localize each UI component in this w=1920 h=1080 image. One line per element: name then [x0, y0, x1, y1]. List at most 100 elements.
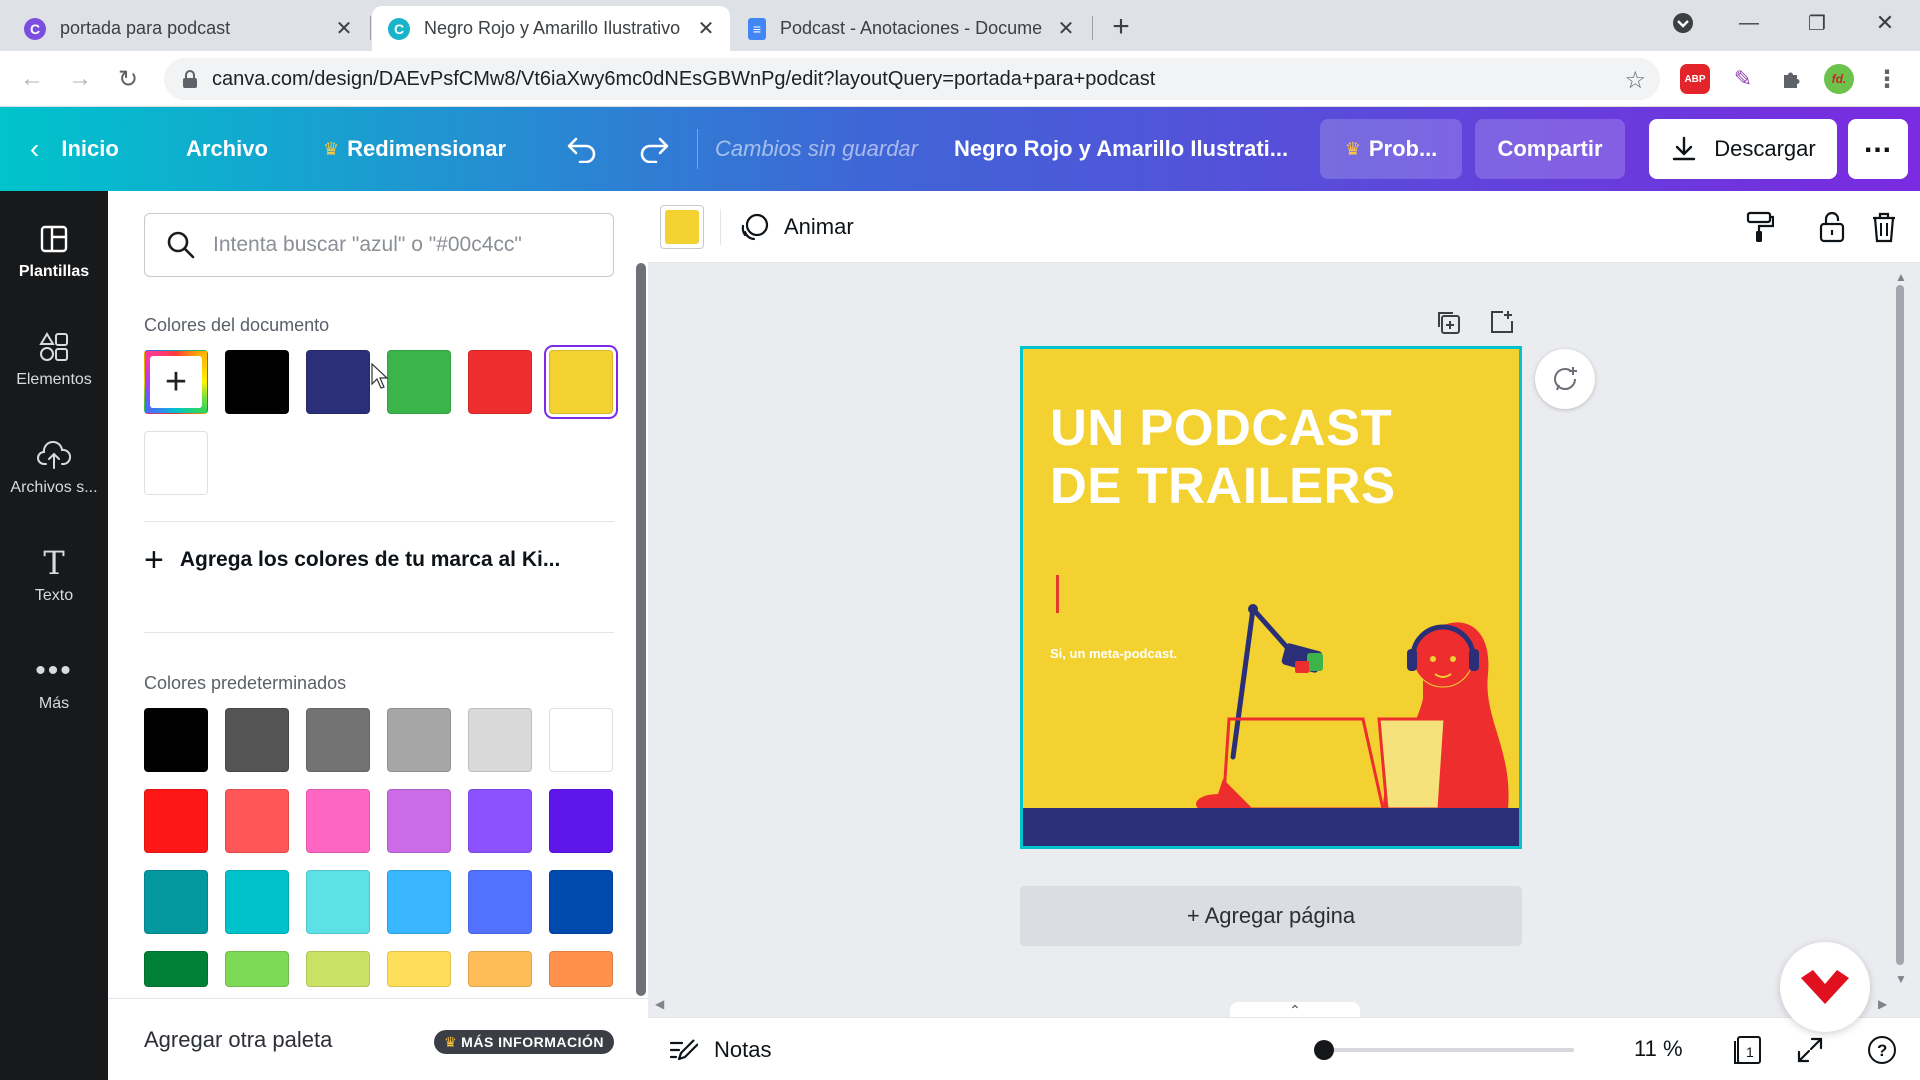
zoom-slider-handle[interactable] [1314, 1040, 1334, 1060]
undo-button[interactable] [566, 107, 598, 191]
download-button[interactable]: Descargar [1649, 119, 1837, 179]
default-color-swatch[interactable] [387, 870, 451, 934]
add-brand-colors-button[interactable]: + Agrega los colores de tu marca al Ki..… [144, 543, 560, 577]
headline-text[interactable]: UN PODCAST DE TRAILERS [1050, 399, 1396, 515]
document-color-swatch[interactable] [225, 350, 289, 414]
browser-tab-1[interactable]: C portada para podcast ✕ [8, 6, 368, 51]
default-color-swatch[interactable] [306, 789, 370, 853]
notes-button[interactable]: Notas [668, 1035, 771, 1065]
browser-tab-2[interactable]: C Negro Rojo y Amarillo Ilustrativo ✕ [372, 6, 730, 51]
profile-avatar[interactable]: fd. [1824, 64, 1854, 94]
default-color-swatch[interactable] [549, 870, 613, 934]
home-button[interactable]: ‹ Inicio [30, 107, 119, 191]
default-color-swatch[interactable] [225, 789, 289, 853]
default-color-swatch[interactable] [144, 708, 208, 772]
scroll-right-arrow-icon[interactable]: ▶ [1878, 997, 1887, 1011]
document-color-swatch[interactable] [468, 350, 532, 414]
duplicate-page-icon[interactable] [1433, 307, 1463, 337]
current-color-button[interactable] [660, 205, 704, 249]
page-count-button[interactable]: 1 [1730, 1032, 1766, 1068]
zoom-level[interactable]: 11 % [1634, 1036, 1683, 1062]
fullscreen-expand-icon[interactable] [1792, 1032, 1828, 1068]
default-color-swatch[interactable] [225, 951, 289, 987]
brand-logo-bubble-icon[interactable] [1780, 942, 1870, 1032]
try-pro-button[interactable]: ♛ Prob... [1320, 119, 1462, 179]
adblock-extension-icon[interactable]: ABP [1680, 64, 1710, 94]
close-tab-icon[interactable]: ✕ [1054, 17, 1078, 41]
delete-trash-icon[interactable] [1866, 209, 1902, 245]
resize-button[interactable]: ♛ Redimensionar [323, 107, 506, 191]
rail-item-elements[interactable]: Elementos [0, 309, 108, 409]
default-color-swatch[interactable] [549, 951, 613, 987]
default-color-swatch[interactable] [144, 870, 208, 934]
chevron-up-icon[interactable]: ⌃ [1230, 1002, 1360, 1018]
pen-extension-icon[interactable]: ✎ [1728, 64, 1758, 94]
default-color-swatch[interactable] [225, 708, 289, 772]
default-color-swatch[interactable] [306, 951, 370, 987]
lock-icon[interactable] [1814, 209, 1850, 245]
file-menu-button[interactable]: Archivo [186, 107, 268, 191]
color-search-input[interactable] [213, 233, 593, 257]
document-color-swatch-selected[interactable] [549, 350, 613, 414]
share-button[interactable]: Compartir [1475, 119, 1625, 179]
add-page-button[interactable]: + Agregar página [1020, 886, 1522, 946]
back-icon[interactable]: ← [14, 61, 50, 97]
redo-button[interactable] [638, 107, 670, 191]
add-color-button[interactable]: + [144, 350, 208, 414]
default-color-swatch[interactable] [549, 708, 613, 772]
bookmark-star-icon[interactable]: ☆ [1624, 66, 1646, 95]
new-tab-icon[interactable]: + [1086, 4, 1156, 50]
default-color-swatch[interactable] [144, 789, 208, 853]
default-color-swatch[interactable] [387, 789, 451, 853]
close-tab-icon[interactable]: ✕ [332, 17, 356, 41]
minimize-icon[interactable]: — [1714, 0, 1784, 46]
document-color-swatch[interactable] [387, 350, 451, 414]
rail-label: Más [38, 695, 70, 712]
add-page-icon[interactable] [1487, 307, 1517, 337]
default-color-swatch[interactable] [549, 789, 613, 853]
forward-icon[interactable]: → [62, 61, 98, 97]
scroll-left-arrow-icon[interactable]: ◀ [655, 997, 664, 1011]
default-color-swatch[interactable] [468, 708, 532, 772]
headline-line-1: UN PODCAST [1050, 399, 1393, 456]
comment-add-icon[interactable] [1535, 349, 1595, 409]
browser-menu-icon[interactable]: ⋮ [1872, 64, 1902, 94]
default-color-swatch[interactable] [387, 708, 451, 772]
scroll-up-arrow-icon[interactable]: ▲ [1895, 270, 1907, 284]
help-icon[interactable]: ? [1864, 1032, 1900, 1068]
close-window-icon[interactable]: ✕ [1850, 0, 1920, 46]
learn-more-badge[interactable]: ♛ MÁS INFORMACIÓN [434, 1030, 614, 1054]
zoom-slider[interactable] [1314, 1040, 1574, 1060]
restore-icon[interactable]: ❐ [1782, 0, 1852, 46]
close-tab-icon[interactable]: ✕ [694, 17, 718, 41]
rail-item-text[interactable]: T Texto [0, 525, 108, 625]
more-options-button[interactable]: ... [1848, 119, 1908, 179]
default-color-swatch[interactable] [468, 789, 532, 853]
animate-button[interactable]: Animar [740, 209, 854, 245]
default-color-swatch[interactable] [468, 870, 532, 934]
default-color-swatch[interactable] [468, 951, 532, 987]
default-color-swatch[interactable] [387, 951, 451, 987]
url-field[interactable]: canva.com/design/DAEvPsfCMw8/Vt6iaXwy6mc… [164, 58, 1660, 100]
rail-item-more[interactable]: ••• Más [0, 633, 108, 733]
panel-scrollbar[interactable] [636, 263, 646, 996]
browser-tab-3[interactable]: ≡ Podcast - Anotaciones - Docume ✕ [732, 6, 1090, 51]
rail-item-uploads[interactable]: Archivos s... [0, 417, 108, 517]
scroll-down-arrow-icon[interactable]: ▼ [1895, 972, 1907, 986]
default-color-swatch[interactable] [306, 708, 370, 772]
tab-search-icon[interactable] [1648, 0, 1718, 46]
copy-style-icon[interactable] [1742, 209, 1778, 245]
podcaster-illustration-icon[interactable] [1183, 579, 1522, 809]
document-title[interactable]: Negro Rojo y Amarillo Ilustrati... [954, 107, 1288, 191]
document-color-swatch[interactable] [306, 350, 370, 414]
default-color-swatch[interactable] [225, 870, 289, 934]
document-color-swatch[interactable] [144, 431, 208, 495]
rail-item-templates[interactable]: Plantillas [0, 201, 108, 301]
subtitle-text[interactable]: Si, un meta-podcast. [1050, 646, 1177, 661]
default-color-swatch[interactable] [144, 951, 208, 987]
design-page[interactable]: UN PODCAST DE TRAILERS Si, un meta-podca… [1020, 346, 1522, 849]
reload-icon[interactable]: ↻ [110, 61, 146, 97]
extensions-puzzle-icon[interactable] [1776, 64, 1806, 94]
workspace-scrollbar[interactable] [1896, 285, 1904, 965]
default-color-swatch[interactable] [306, 870, 370, 934]
